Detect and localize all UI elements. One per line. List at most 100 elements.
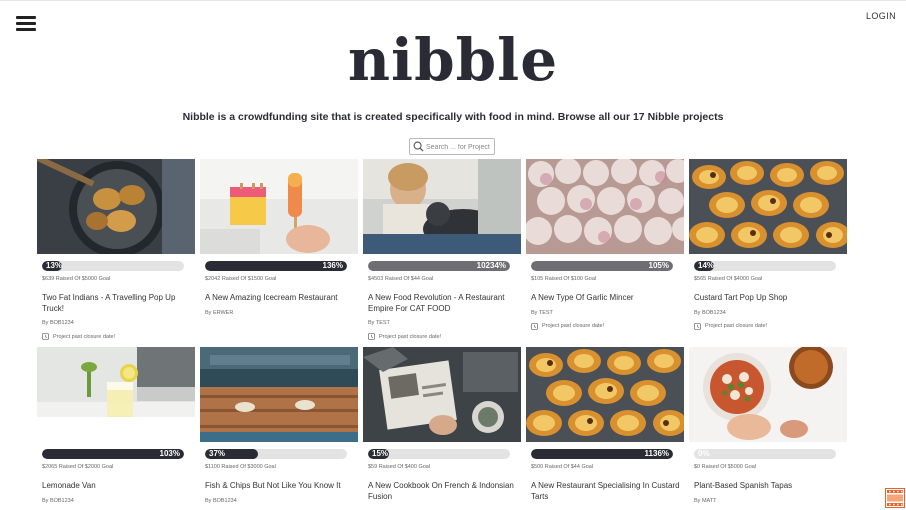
site-tagline: Nibble is a crowdfunding site that is cr… [182, 111, 724, 123]
project-title-link[interactable]: Custard Tart Pop Up Shop [694, 293, 844, 304]
project-photo [200, 159, 358, 254]
project-title-link[interactable]: Plant-Based Spanish Tapas [694, 481, 844, 492]
project-photo [200, 347, 358, 442]
project-title-link[interactable]: A New Cookbook On French & Indonsian Fus… [368, 481, 518, 502]
funding-progress-bar: 14% [694, 261, 836, 271]
project-photo [363, 159, 521, 254]
funding-progress-bar: 37% [205, 449, 347, 459]
progress-percent: 15% [372, 449, 389, 458]
menu-line [16, 22, 36, 25]
project-photo [526, 159, 684, 254]
project-card[interactable]: 103% $2065 Raised Of $2000 Goal Lemonade V… [37, 347, 195, 504]
project-image[interactable] [37, 347, 195, 442]
project-title-link[interactable]: A New Restaurant Specialising In Custard… [531, 481, 681, 502]
project-author: By BOB1234 [42, 497, 74, 504]
progress-percent: 37% [209, 449, 226, 458]
project-author: By TEST [368, 320, 390, 326]
clock-icon [531, 322, 538, 330]
raised-of-goal: $0 Raised Of $5000 Goal [694, 464, 757, 470]
progress-percent: 14% [698, 261, 715, 270]
raised-of-goal: $500 Raised Of $44 Goal [531, 464, 594, 470]
clock-icon [368, 333, 375, 340]
project-photo [37, 159, 195, 254]
project-search-box[interactable] [409, 138, 495, 155]
project-title-link[interactable]: A New Amazing Icecream Restaurant [205, 293, 355, 304]
funding-progress-bar: 1136% [531, 449, 673, 459]
project-card[interactable]: 1136% $500 Raised Of $44 Goal A New Restau… [526, 347, 684, 502]
progress-percent: 105% [648, 261, 669, 270]
raised-of-goal: $4503 Raised Of $44 Goal [368, 276, 434, 282]
film-icon[interactable] [885, 488, 905, 508]
project-image[interactable] [37, 159, 195, 254]
project-card[interactable]: 136% $2042 Raised Of $1500 Goal A New Amaz… [200, 159, 358, 316]
site-logo[interactable]: nibble [0, 26, 906, 94]
funding-progress-bar: 10234% [368, 261, 510, 271]
project-image[interactable] [363, 347, 521, 442]
project-author: By BOB1234 [42, 320, 74, 326]
project-card[interactable]: 13% $639 Raised Of $5000 Goal Two Fat Indi… [37, 159, 195, 340]
raised-of-goal: $2065 Raised Of $2000 Goal [42, 464, 114, 470]
project-author: By ERWER [205, 309, 234, 316]
closure-notice: Project past closure date! [368, 333, 521, 340]
search-input[interactable] [426, 141, 492, 153]
project-photo [37, 347, 195, 442]
closure-notice: Project past closure date! [42, 333, 195, 340]
closure-text: Project past closure date! [542, 323, 605, 329]
project-author: By MATT [694, 497, 717, 504]
raised-of-goal: $2042 Raised Of $1500 Goal [205, 276, 277, 282]
project-title-link[interactable]: Lemonade Van [42, 481, 192, 492]
project-card[interactable]: 0% $0 Raised Of $5000 Goal Plant-Based Spa… [689, 347, 847, 504]
closure-text: Project past closure date! [53, 333, 116, 340]
project-photo [526, 347, 684, 442]
progress-percent: 13% [46, 261, 63, 270]
project-photo [689, 347, 847, 442]
progress-percent: 136% [322, 261, 343, 270]
closure-text: Project past closure date! [705, 323, 768, 329]
project-image[interactable] [200, 347, 358, 442]
search-icon[interactable] [413, 141, 424, 152]
funding-progress-bar: 136% [205, 261, 347, 271]
project-photo [689, 159, 847, 254]
funding-progress-bar: 103% [42, 449, 184, 459]
raised-of-goal: $639 Raised Of $5000 Goal [42, 276, 111, 282]
clock-icon [694, 322, 701, 330]
funding-progress-bar: 13% [42, 261, 184, 271]
progress-percent: 103% [159, 449, 180, 458]
project-image[interactable] [363, 159, 521, 254]
menu-line [16, 16, 36, 19]
progress-percent: 10234% [476, 261, 506, 270]
project-image[interactable] [526, 159, 684, 254]
project-card[interactable]: 105% $105 Raised Of $100 Goal A New Type O… [526, 159, 684, 330]
project-card[interactable]: 14% $565 Raised Of $4000 Goal Custard Tart… [689, 159, 847, 330]
clock-icon [42, 333, 49, 340]
closure-text: Project past closure date! [379, 333, 442, 340]
top-divider [0, 0, 906, 1]
raised-of-goal: $105 Raised Of $100 Goal [531, 276, 597, 282]
project-image[interactable] [689, 159, 847, 254]
project-author: By BOB1234 [205, 497, 237, 504]
project-photo [363, 347, 521, 442]
project-author: By BOB1234 [694, 309, 726, 316]
raised-of-goal: $565 Raised Of $4000 Goal [694, 276, 763, 282]
funding-progress-bar: 105% [531, 261, 673, 271]
funding-progress-bar: 0% [694, 449, 836, 459]
raised-of-goal: $59 Raised Of $400 Goal [368, 464, 431, 470]
project-image[interactable] [200, 159, 358, 254]
login-link[interactable]: LOGIN [866, 11, 896, 21]
project-card[interactable]: 37% $1100 Raised Of $3000 Goal Fish & Chip… [200, 347, 358, 504]
project-card[interactable]: 15% $59 Raised Of $400 Goal A New Cookbook… [363, 347, 521, 502]
project-title-link[interactable]: A New Food Revolution - A Restaurant Emp… [368, 293, 518, 314]
project-title-link[interactable]: Fish & Chips But Not Like You Know It [205, 481, 355, 492]
project-image[interactable] [526, 347, 684, 442]
closure-notice: Project past closure date! [694, 322, 847, 330]
project-title-link[interactable]: A New Type Of Garlic Mincer [531, 293, 681, 304]
funding-progress-bar: 15% [368, 449, 510, 459]
project-card[interactable]: 10234% $4503 Raised Of $44 Goal A New Food… [363, 159, 521, 340]
project-title-link[interactable]: Two Fat Indians - A Travelling Pop Up Tr… [42, 293, 192, 314]
closure-notice: Project past closure date! [531, 322, 684, 330]
project-image[interactable] [689, 347, 847, 442]
progress-percent: 0% [698, 449, 710, 458]
progress-percent: 1136% [644, 449, 669, 458]
raised-of-goal: $1100 Raised Of $3000 Goal [205, 464, 276, 470]
project-author: By TEST [531, 309, 553, 316]
